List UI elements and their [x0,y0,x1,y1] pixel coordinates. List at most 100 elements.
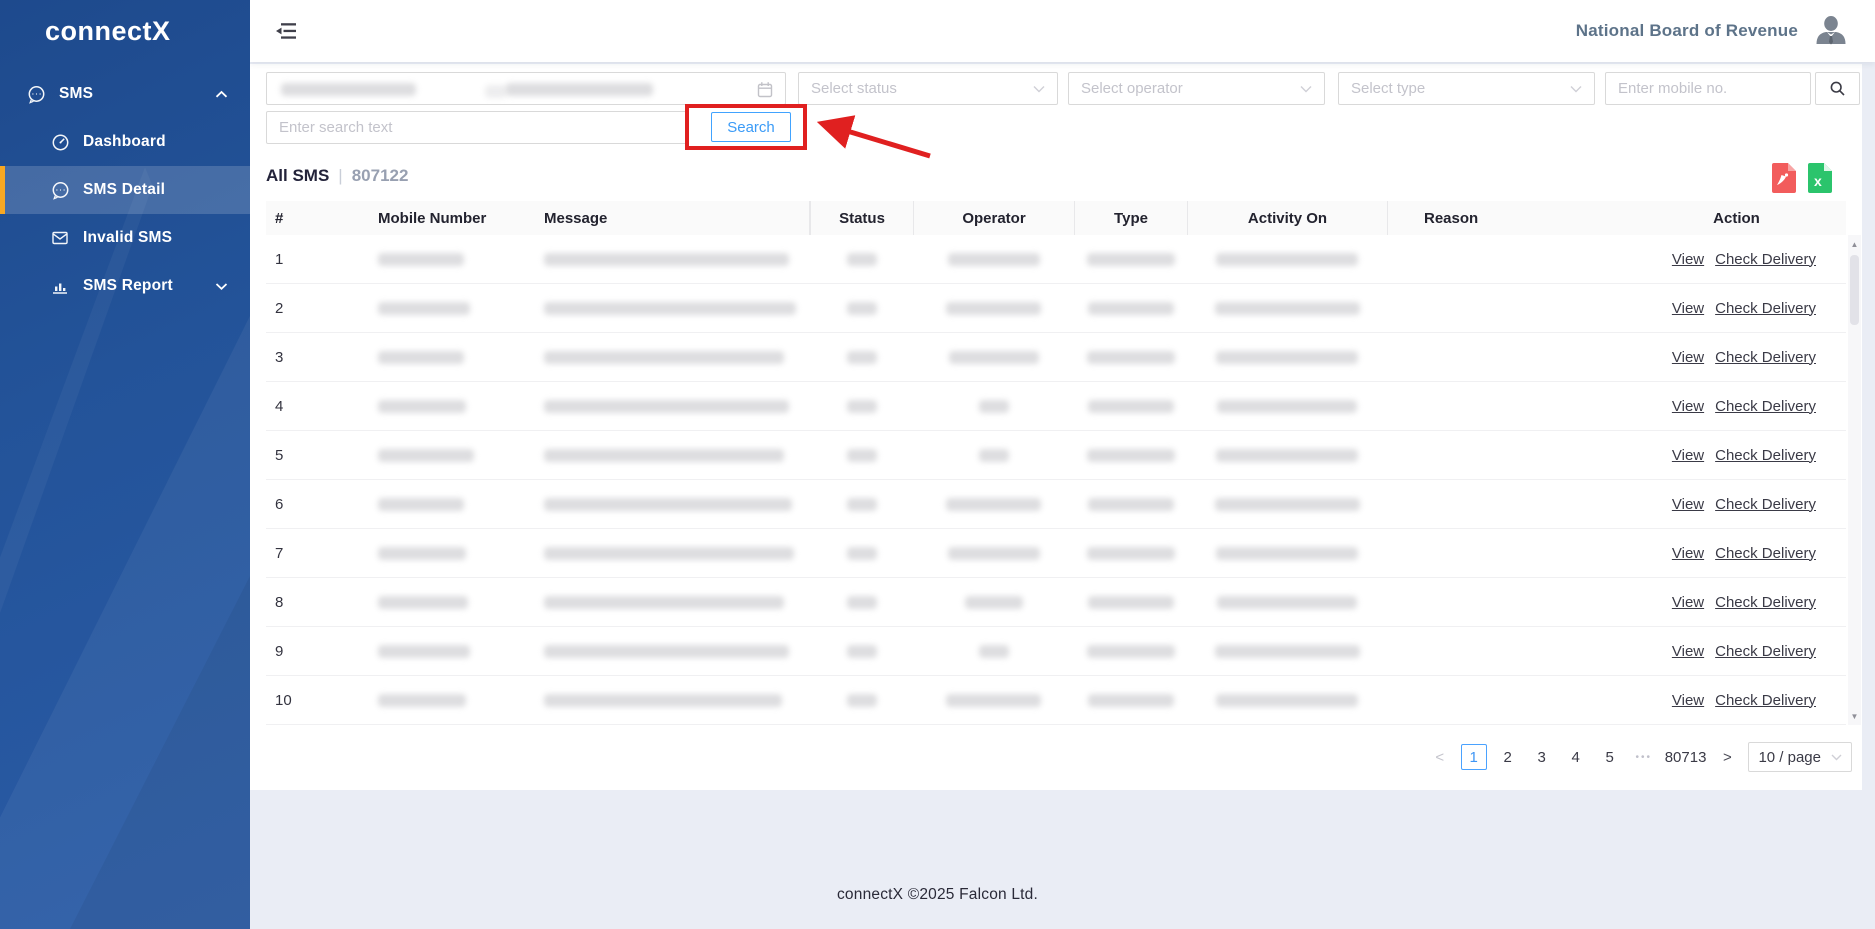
row-number: 7 [275,545,283,562]
check-delivery-link[interactable]: Check Delivery [1715,545,1816,562]
search-icon-button[interactable] [1815,72,1860,105]
redacted-operator [965,596,1023,609]
chat-icon [50,180,70,200]
sidebar-item-dashboard[interactable]: Dashboard [0,118,250,166]
column-header-operator: Operator [913,201,1074,235]
type-select[interactable]: Select type [1338,72,1595,105]
content-card: Select status Select operator Select typ… [250,64,1862,790]
sidebar-item-sms-report[interactable]: SMS Report [0,262,250,310]
mobile-number-input[interactable] [1605,72,1811,105]
status-select[interactable]: Select status [798,72,1058,105]
sidebar-item-invalid-sms[interactable]: Invalid SMS [0,214,250,262]
redacted-operator [946,694,1041,707]
export-pdf-icon[interactable] [1770,163,1796,193]
chevron-down-icon [1831,754,1842,761]
table-body: 1 View Check Delivery 2 View Check Deliv… [266,235,1846,725]
scrollbar-thumb[interactable] [1850,255,1859,325]
table-row: 1 View Check Delivery [266,235,1846,284]
date-range-picker[interactable] [266,72,786,105]
check-delivery-link[interactable]: Check Delivery [1715,643,1816,660]
redacted-activity-on [1215,302,1360,315]
redacted-operator [946,302,1041,315]
footer: connectX ©2025 Falcon Ltd. [0,886,1875,904]
check-delivery-link[interactable]: Check Delivery [1715,692,1816,709]
view-link[interactable]: View [1672,251,1704,268]
sidebar-item-sms[interactable]: SMS [0,70,250,118]
view-link[interactable]: View [1672,496,1704,513]
row-number: 5 [275,447,283,464]
redacted-operator [979,645,1009,658]
pagination-page-5[interactable]: 5 [1597,744,1623,770]
view-link[interactable]: View [1672,349,1704,366]
table-scrollbar[interactable]: ▲ ▼ [1848,235,1861,725]
check-delivery-link[interactable]: Check Delivery [1715,447,1816,464]
check-delivery-link[interactable]: Check Delivery [1715,349,1816,366]
redacted-operator [948,253,1040,266]
column-header--: # [266,201,356,235]
redacted-message [544,498,792,511]
pagination-last-page[interactable]: 80713 [1665,744,1707,770]
view-link[interactable]: View [1672,545,1704,562]
pagination-page-2[interactable]: 2 [1495,744,1521,770]
redacted-status [847,400,877,413]
check-delivery-link[interactable]: Check Delivery [1715,594,1816,611]
export-excel-icon[interactable]: x [1806,163,1832,193]
row-number: 4 [275,398,283,415]
pagination-pages: 12345 [1461,744,1623,770]
sidebar-item-sms-detail[interactable]: SMS Detail [0,166,250,214]
pagination: < 12345 ••• 80713 > 10 / page [1427,742,1852,772]
row-number: 1 [275,251,283,268]
redacted-mobile-number [378,351,464,364]
pagination-page-1[interactable]: 1 [1461,744,1487,770]
view-link[interactable]: View [1672,300,1704,317]
pagination-page-3[interactable]: 3 [1529,744,1555,770]
redacted-type [1088,302,1174,315]
redacted-type [1088,694,1174,707]
redacted-mobile-number [378,694,466,707]
pagination-page-4[interactable]: 4 [1563,744,1589,770]
column-header-message: Message [529,201,810,235]
view-link[interactable]: View [1672,692,1704,709]
annotation-arrow [808,112,938,164]
redacted-status [847,547,877,560]
redacted-message [544,253,789,266]
column-header-action: Action [1627,201,1846,235]
scroll-up-arrow[interactable]: ▲ [1848,237,1861,251]
pagination-ellipsis[interactable]: ••• [1631,744,1657,770]
check-delivery-link[interactable]: Check Delivery [1715,251,1816,268]
pagination-next[interactable]: > [1714,744,1740,770]
search-text-input[interactable] [266,111,688,144]
sidebar-item-label: Invalid SMS [83,229,172,247]
view-link[interactable]: View [1672,398,1704,415]
check-delivery-link[interactable]: Check Delivery [1715,300,1816,317]
view-link[interactable]: View [1672,447,1704,464]
table-row: 6 View Check Delivery [266,480,1846,529]
pagination-prev[interactable]: < [1427,744,1453,770]
total-count: 807122 [352,166,409,186]
row-number: 2 [275,300,283,317]
menu-fold-icon[interactable] [274,20,298,42]
user-avatar-icon[interactable] [1813,13,1849,49]
top-header: National Board of Revenue [250,0,1875,62]
redacted-type [1088,498,1174,511]
redacted-mobile-number [378,498,464,511]
table-row: 7 View Check Delivery [266,529,1846,578]
search-button[interactable]: Search [711,112,791,142]
redacted-activity-on [1216,547,1358,560]
redacted-date-separator [485,85,507,98]
operator-select[interactable]: Select operator [1068,72,1325,105]
page-size-select[interactable]: 10 / page [1748,742,1852,772]
check-delivery-link[interactable]: Check Delivery [1715,496,1816,513]
redacted-activity-on [1216,694,1358,707]
view-link[interactable]: View [1672,594,1704,611]
calendar-icon [757,81,773,98]
table-row: 2 View Check Delivery [266,284,1846,333]
view-link[interactable]: View [1672,643,1704,660]
scroll-down-arrow[interactable]: ▼ [1848,709,1861,723]
check-delivery-link[interactable]: Check Delivery [1715,398,1816,415]
redacted-mobile-number [378,596,468,609]
row-number: 8 [275,594,283,611]
redacted-status [847,498,877,511]
sidebar-item-label: SMS Report [83,277,173,295]
redacted-activity-on [1216,253,1358,266]
